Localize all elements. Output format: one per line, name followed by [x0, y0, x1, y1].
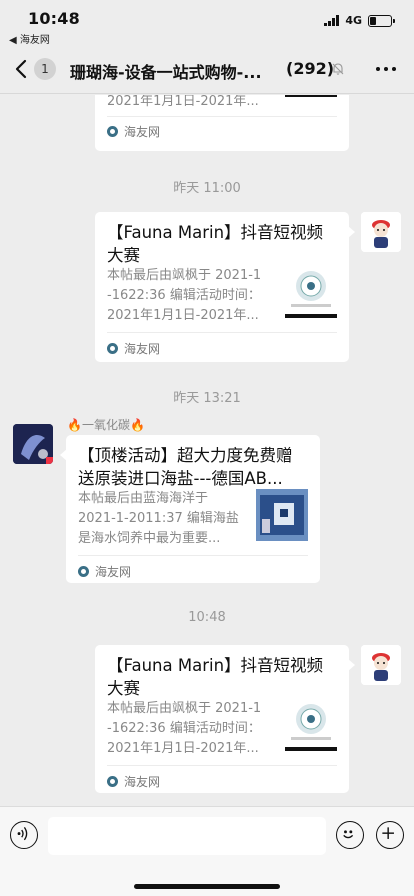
- link-card-source: 海友网: [107, 340, 160, 357]
- timestamp: 昨天 11:00: [173, 181, 241, 196]
- chat-header: 1 珊瑚海-设备一站式购物-... (292): [0, 46, 414, 94]
- link-card-source: 海友网: [78, 563, 131, 580]
- haiyou-logo-icon: [107, 343, 118, 354]
- chat-history[interactable]: 2021年1月1日-2021年... 海友网 昨天 11:00 【Fauna M…: [0, 95, 414, 806]
- home-indicator[interactable]: [134, 884, 280, 889]
- qr-code-thumbnail: [285, 266, 337, 318]
- sender-avatar[interactable]: [13, 424, 53, 464]
- link-card-desc: 本帖最后由飒枫于 2021-1 -1622:36 编辑活动时间： 2021年1月…: [107, 701, 262, 756]
- timestamp: 10:48: [188, 610, 226, 625]
- message-input-bar: [0, 806, 414, 896]
- chat-title: 珊瑚海-设备一站式购物-...: [70, 63, 262, 82]
- battery-icon: [368, 14, 395, 27]
- link-card-thumb: [285, 95, 337, 97]
- voice-input-button[interactable]: [10, 821, 38, 849]
- link-card[interactable]: 2021年1月1日-2021年... 海友网: [95, 95, 349, 151]
- unread-badge[interactable]: 1: [34, 58, 56, 80]
- link-card-source: 海友网: [107, 123, 160, 140]
- haiyou-logo-icon: [78, 566, 89, 577]
- link-card-title: 【Fauna Marin】抖音短视频大赛: [107, 223, 324, 265]
- my-avatar[interactable]: [361, 645, 401, 685]
- haiyou-logo-icon: [107, 776, 118, 787]
- link-card-desc: 2021年1月1日-2021年...: [107, 95, 259, 109]
- back-arrow-icon[interactable]: [12, 57, 32, 81]
- link-card[interactable]: 【顶楼活动】超大力度免费赠送原装进口海盐---德国AB... 本帖最后由蓝海海洋…: [60, 435, 320, 583]
- link-card-title: 【顶楼活动】超大力度免费赠送原装进口海盐---德国AB...: [78, 446, 293, 488]
- timestamp: 昨天 13:21: [173, 391, 241, 406]
- mute-bell-icon: [332, 63, 344, 75]
- more-functions-button[interactable]: [376, 821, 404, 849]
- link-card-title: 【Fauna Marin】抖音短视频大赛: [107, 656, 324, 698]
- link-card-source: 海友网: [107, 773, 160, 790]
- message-input[interactable]: [48, 817, 326, 855]
- voice-icon: [17, 826, 28, 841]
- back-to-app-link[interactable]: ◀ 海友网: [9, 31, 50, 46]
- link-card-desc: 本帖最后由飒枫于 2021-1 -1622:36 编辑活动时间： 2021年1月…: [107, 268, 262, 323]
- link-card-desc: 本帖最后由蓝海海洋于 2021-1-2011:37 编辑海盐 是海水饲养中最为重…: [78, 491, 239, 546]
- more-options-icon[interactable]: [376, 67, 396, 71]
- plus-icon: [382, 827, 394, 839]
- my-avatar[interactable]: [361, 212, 401, 252]
- product-thumbnail: [256, 489, 308, 541]
- status-time: 10:48: [28, 9, 80, 28]
- sender-name: 🔥一氧化碳🔥: [67, 418, 145, 432]
- smiley-icon: [343, 830, 354, 839]
- status-bar: 10:48 ◀ 海友网 4G: [0, 0, 414, 46]
- network-type: 4G: [345, 14, 362, 27]
- status-indicators: 4G: [324, 14, 395, 27]
- emoji-button[interactable]: [336, 821, 364, 849]
- signal-icon: [324, 15, 340, 26]
- member-count: (292): [286, 59, 335, 78]
- link-card[interactable]: 【Fauna Marin】抖音短视频大赛 本帖最后由飒枫于 2021-1 -16…: [95, 212, 355, 362]
- qr-code-thumbnail: [285, 699, 337, 751]
- link-card[interactable]: 【Fauna Marin】抖音短视频大赛 本帖最后由飒枫于 2021-1 -16…: [95, 645, 355, 793]
- haiyou-logo-icon: [107, 126, 118, 137]
